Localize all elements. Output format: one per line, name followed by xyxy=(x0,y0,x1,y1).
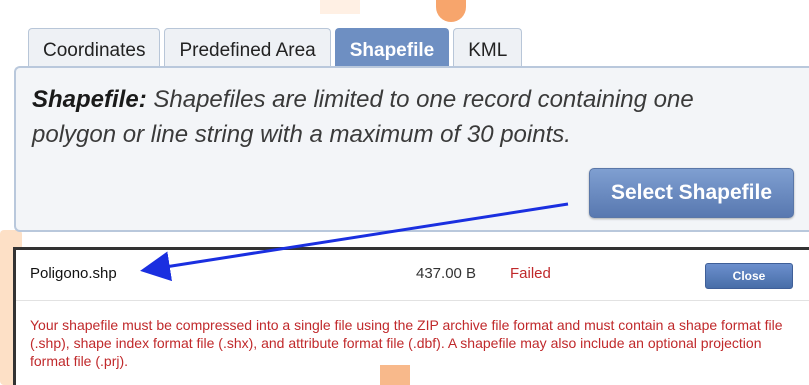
shapefile-tab-panel: Shapefile: Shapefiles are limited to one… xyxy=(14,66,809,232)
error-message: Your shapefile must be compressed into a… xyxy=(30,317,783,369)
file-row: Poligono.shp 437.00 B Failed Close xyxy=(16,250,809,301)
background-decoration xyxy=(320,0,360,14)
upload-file-panel: Poligono.shp 437.00 B Failed Close Your … xyxy=(13,247,809,385)
file-size: 437.00 B xyxy=(416,265,477,282)
select-shapefile-button[interactable]: Select Shapefile xyxy=(589,168,794,218)
shapefile-description: Shapefile: Shapefiles are limited to one… xyxy=(32,82,772,152)
area-selection-tabs: Coordinates Predefined Area Shapefile KM… xyxy=(14,14,809,232)
description-heading: Shapefile: xyxy=(32,86,147,113)
background-decoration xyxy=(380,365,410,385)
close-button[interactable]: Close xyxy=(705,263,793,289)
file-name: Poligono.shp xyxy=(30,265,117,282)
upload-status: Failed xyxy=(510,265,551,282)
